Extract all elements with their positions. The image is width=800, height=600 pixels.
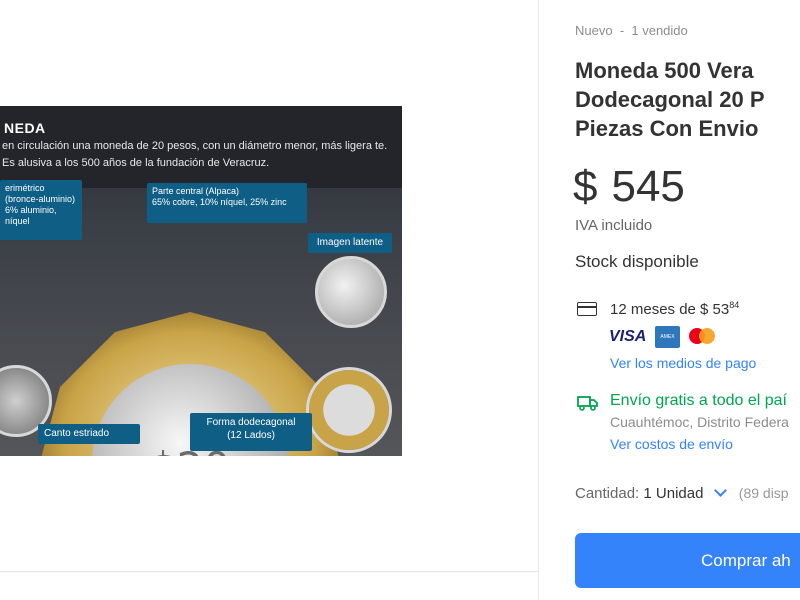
shipping-costs-link[interactable]: Ver costos de envío [610,436,733,452]
sold-count: 1 vendido [631,23,688,38]
mastercard-logo [689,326,719,348]
separator: - [616,23,632,38]
callout-center: Parte central (Alpaca) 65% cobre, 10% ní… [147,183,307,223]
tax-note: IVA incluido [575,217,653,234]
callout-shape: Forma dodecagonal (12 Lados) [190,413,312,451]
credit-card-icon [577,302,597,316]
free-shipping-text: Envío gratis a todo el paí [610,392,787,409]
installments-text: 12 meses de $ 53 [610,301,730,318]
infographic-description: en circulación una moneda de 20 pesos, c… [2,140,388,169]
stock-status: Stock disponible [575,252,699,271]
buy-now-button[interactable]: Comprar ah [575,533,800,588]
installments-cents: 84 [729,300,740,310]
quantity-available: (89 disp [738,485,789,501]
latent-image-detail [315,256,387,328]
condition-label: Nuevo [575,23,613,38]
callout-edge: Canto estriado [38,424,140,444]
quantity-selector[interactable]: Cantidad: 1 Unidad (89 disp [575,484,789,502]
product-condition: Nuevo - 1 vendido [575,23,688,38]
dodecagonal-detail [306,367,392,453]
payment-methods-link[interactable]: Ver los medios de pago [610,355,756,371]
amex-logo: AMEX [655,326,680,348]
quantity-value[interactable]: 1 Unidad [643,485,703,502]
shipping-location: Cuauhtémoc, Distrito Federa [610,414,789,430]
gallery-bottom-divider [0,571,538,572]
callout-latent-image: Imagen latente [308,233,392,253]
product-title: Moneda 500 Vera Dodecagonal 20 P Piezas … [575,58,765,141]
product-infographic-image[interactable]: NEDA en circulación una moneda de 20 pes… [0,106,402,456]
product-price: $545 [573,162,685,212]
truck-icon [577,396,598,411]
chevron-down-icon[interactable] [713,484,727,497]
installments-info: 12 meses de $ 5384 [610,300,739,318]
currency-symbol: $ [573,162,598,211]
product-buy-box: Nuevo - 1 vendido Moneda 500 Vera Dodeca… [539,0,800,600]
quantity-label: Cantidad: [575,485,640,502]
visa-logo: VISA [609,328,647,345]
callout-perimeter: erimétrico (bronce-aluminio) 6% aluminio… [0,180,82,240]
infographic-title: NEDA [4,120,46,136]
product-image-gallery[interactable]: NEDA en circulación una moneda de 20 pes… [0,0,538,600]
price-amount: 545 [611,162,685,211]
